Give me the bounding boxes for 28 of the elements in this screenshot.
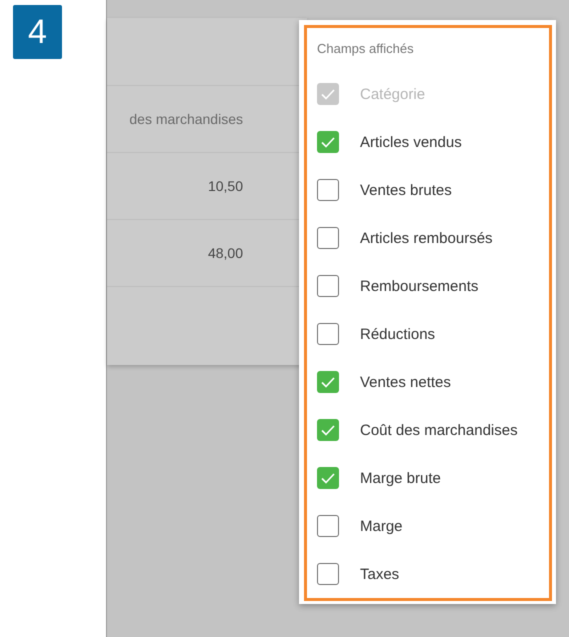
checkbox[interactable] [317, 515, 339, 537]
field-label: Coût des marchandises [360, 422, 518, 438]
checkbox[interactable] [317, 419, 339, 441]
checkbox[interactable] [317, 563, 339, 585]
field-label: Articles remboursés [360, 230, 493, 246]
checkbox[interactable] [317, 131, 339, 153]
field-label: Taxes [360, 566, 400, 582]
checkbox[interactable] [317, 227, 339, 249]
check-icon [321, 424, 335, 436]
field-label: Articles vendus [360, 134, 462, 150]
checkbox[interactable] [317, 275, 339, 297]
checkbox[interactable] [317, 371, 339, 393]
field-label: Catégorie [360, 86, 426, 102]
checkbox[interactable] [317, 467, 339, 489]
step-badge: 4 [13, 5, 62, 59]
check-icon [321, 472, 335, 484]
field-label: Remboursements [360, 278, 478, 294]
field-label: Marge brute [360, 470, 441, 486]
check-icon [321, 136, 335, 148]
checkbox[interactable] [317, 323, 339, 345]
check-icon [321, 88, 335, 100]
field-label: Ventes nettes [360, 374, 451, 390]
field-label: Marge [360, 518, 403, 534]
check-icon [321, 376, 335, 388]
menu-title: Champs affichés [317, 40, 415, 58]
field-label: Ventes brutes [360, 182, 452, 198]
field-label: Réductions [360, 326, 436, 342]
checkbox[interactable] [317, 179, 339, 201]
